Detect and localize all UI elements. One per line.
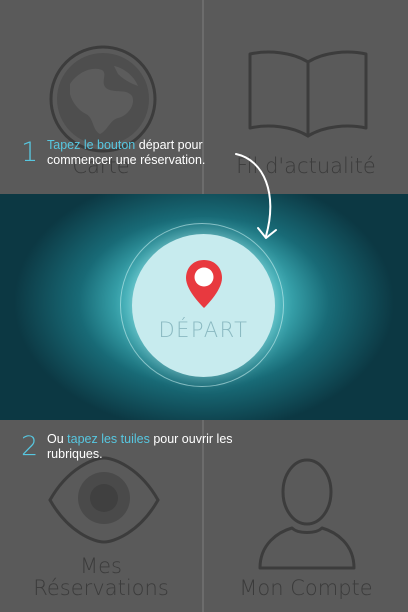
eye-icon	[48, 456, 160, 544]
location-pin-icon	[186, 260, 222, 308]
tile-compte-label: Mon Compte	[239, 576, 373, 600]
step-1-text: Tapez le bouton départ pour commencer un…	[47, 138, 277, 168]
tile-reservations-label-1: Mes	[80, 554, 122, 578]
user-icon	[258, 458, 356, 570]
step-1-line2: commencer une réservation.	[47, 153, 206, 167]
tile-reservations-label-2: Réservations	[33, 576, 169, 600]
book-icon	[248, 50, 368, 138]
step-2-text-after: pour ouvrir les	[149, 432, 233, 446]
step-1-number: 1	[21, 137, 39, 168]
step-2-text-before: Ou	[47, 432, 68, 446]
depart-label: DÉPART	[158, 318, 249, 342]
step-2-text: Ou tapez les tuiles pour ouvrir les rubr…	[47, 432, 277, 462]
step-2-highlight: tapez les tuiles	[67, 432, 150, 446]
step-1-highlight: Tapez le bouton	[47, 138, 136, 152]
step-1-text-after: départ pour	[135, 138, 203, 152]
depart-button[interactable]: DÉPART	[132, 234, 275, 377]
step-2-line2: rubriques.	[47, 447, 103, 461]
step-2-number: 2	[21, 431, 39, 462]
